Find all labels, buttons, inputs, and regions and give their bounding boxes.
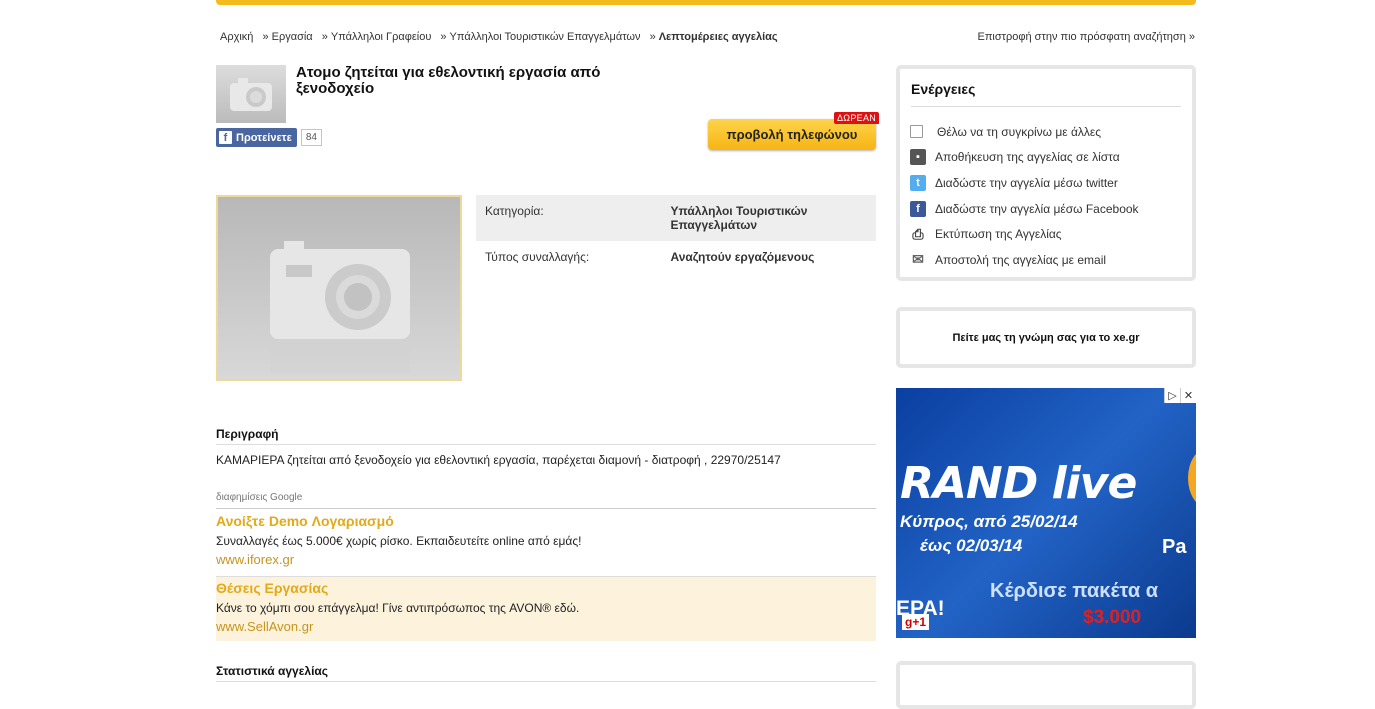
action-compare[interactable]: Θέλω να τη συγκρίνω με άλλες xyxy=(910,119,1139,145)
listing-details-table: Κατηγορία: Υπάλληλοι Τουριστικών Επαγγελ… xyxy=(476,195,876,273)
facebook-icon: f xyxy=(910,200,926,217)
ad-headline[interactable]: Θέσεις Εργασίας xyxy=(216,577,876,596)
ad-banner[interactable]: RAND live Κύπρος, από 25/02/14 έως 02/03… xyxy=(896,388,1196,638)
top-accent-bar xyxy=(216,0,1196,5)
action-label: Αποστολή της αγγελίας με email xyxy=(935,252,1107,267)
twitter-icon: t xyxy=(910,174,926,191)
ad-item[interactable]: Θέσεις Εργασίας Κάνε το χόμπι σου επάγγε… xyxy=(216,577,876,641)
listing-main-photo[interactable] xyxy=(216,195,462,381)
details-label: Κατηγορία: xyxy=(476,195,662,241)
facebook-like-count: 84 xyxy=(300,129,322,146)
action-twitter[interactable]: t Διαδώστε την αγγελία μέσω twitter xyxy=(910,170,1139,196)
banner-prize-text: Κέρδισε πακέτα α xyxy=(990,580,1158,602)
facebook-icon: f xyxy=(219,131,232,144)
breadcrumb-separator: » xyxy=(440,31,447,43)
action-label: Διαδώστε την αγγελία μέσω Facebook xyxy=(935,201,1139,216)
ad-controls: ▷ ✕ xyxy=(1164,388,1196,403)
google-plus-button[interactable]: g+1 xyxy=(902,614,930,630)
camera-icon xyxy=(230,78,272,111)
breadcrumb-separator: » xyxy=(649,31,656,43)
action-facebook[interactable]: f Διαδώστε την αγγελία μέσω Facebook xyxy=(910,196,1139,222)
actions-list: Θέλω να τη συγκρίνω με άλλες ▪ Αποθήκευσ… xyxy=(910,119,1139,273)
facebook-like-label: Προτείνετε xyxy=(236,131,292,144)
action-label: Εκτύπωση της Αγγελίας xyxy=(935,227,1062,242)
actions-title: Ενέργειες xyxy=(911,81,976,97)
lower-panel xyxy=(896,661,1196,709)
details-value: Αναζητούν εργαζόμενους xyxy=(670,250,815,264)
breadcrumb-home[interactable]: Αρχική xyxy=(220,31,253,43)
details-row-transaction-type: Τύπος συναλλαγής: Αναζητούν εργαζόμενους xyxy=(476,241,876,273)
print-icon: ⎙ xyxy=(912,225,924,242)
ad-text: Συναλλαγές έως 5.000€ χωρίς ρίσκο. Εκπαι… xyxy=(216,534,582,548)
facebook-like-button[interactable]: f Προτείνετε xyxy=(216,128,297,147)
breadcrumb-separator: » xyxy=(262,31,269,43)
checkbox-icon[interactable] xyxy=(910,125,923,139)
ad-item[interactable]: Ανοίξτε Demo Λογαριασμό Συναλλαγές έως 5… xyxy=(216,513,876,575)
stats-heading: Στατιστικά αγγελίας xyxy=(216,664,876,682)
details-value: Υπάλληλοι Τουριστικών Επαγγελμάτων xyxy=(661,195,876,241)
breadcrumb: Αρχική » Εργασία » Υπάλληλοι Γραφείου » Υπά… xyxy=(220,31,778,43)
banner-dates-from: Κύπρος, από 25/02/14 xyxy=(900,512,1078,531)
description-heading: Περιγραφή xyxy=(216,427,876,445)
feedback-link[interactable]: Πείτε μας τη γνώμη σας για το xe.gr xyxy=(896,307,1196,368)
ad-url[interactable]: www.SellAvon.gr xyxy=(216,619,876,634)
ad-url[interactable]: www.iforex.gr xyxy=(216,552,876,567)
facebook-like-widget: f Προτείνετε 84 xyxy=(216,128,322,147)
listing-title: Ατομο ζητείται για εθελοντική εργασία απ… xyxy=(296,64,601,97)
breadcrumb-separator: » xyxy=(321,31,328,43)
details-label: Τύπος συναλλαγής: xyxy=(485,250,590,264)
actions-panel: Ενέργειες Θέλω να τη συγκρίνω με άλλες ▪… xyxy=(896,65,1196,281)
action-label: Θέλω να τη συγκρίνω με άλλες xyxy=(937,124,1102,139)
breadcrumb-work[interactable]: Εργασία xyxy=(272,31,313,43)
actions-divider xyxy=(911,106,1181,107)
ad-headline[interactable]: Ανοίξτε Demo Λογαριασμό xyxy=(216,513,876,529)
description-text: ΚΑΜΑΡΙΕΡΑ ζητείται από ξενοδοχείο για εθ… xyxy=(216,453,781,467)
banner-text-cut: Pa xyxy=(1162,536,1187,558)
action-label: Διαδώστε την αγγελία μέσω twitter xyxy=(935,175,1118,190)
banner-decoration xyxy=(1188,448,1196,508)
adchoices-icon[interactable]: ▷ xyxy=(1164,388,1180,403)
banner-prize-amount: $3.000 xyxy=(1083,607,1142,628)
back-to-search-link[interactable]: Επιστροφή στην πιο πρόσφατη αναζήτηση » xyxy=(978,31,1196,43)
banner-dates-to: έως 02/03/14 xyxy=(920,536,1023,555)
breadcrumb-tourism-staff[interactable]: Υπάλληλοι Τουριστικών Επαγγελμάτων xyxy=(450,31,641,43)
ad-text: Κάνε το χόμπι σου επάγγελμα! Γίνε αντιπρ… xyxy=(216,601,580,615)
ads-label: διαφημίσεις Google xyxy=(216,492,876,509)
listing-thumbnail[interactable] xyxy=(216,65,286,123)
save-icon: ▪ xyxy=(910,149,926,166)
email-icon: ✉ xyxy=(912,251,924,268)
details-row-category: Κατηγορία: Υπάλληλοι Τουριστικών Επαγγελ… xyxy=(476,195,876,241)
free-badge: ΔΩΡΕΑΝ xyxy=(834,112,880,124)
action-label: Αποθήκευση της αγγελίας σε λίστα xyxy=(935,150,1120,165)
camera-icon xyxy=(270,241,410,373)
close-icon[interactable]: ✕ xyxy=(1180,388,1196,403)
banner-headline: RAND live xyxy=(900,458,1137,509)
action-print[interactable]: ⎙ Εκτύπωση της Αγγελίας xyxy=(910,221,1139,247)
action-save[interactable]: ▪ Αποθήκευση της αγγελίας σε λίστα xyxy=(910,145,1139,171)
action-email[interactable]: ✉ Αποστολή της αγγελίας με email xyxy=(910,247,1139,273)
breadcrumb-office-staff[interactable]: Υπάλληλοι Γραφείου xyxy=(331,31,432,43)
breadcrumb-current: Λεπτομέρειες αγγελίας xyxy=(658,31,778,43)
